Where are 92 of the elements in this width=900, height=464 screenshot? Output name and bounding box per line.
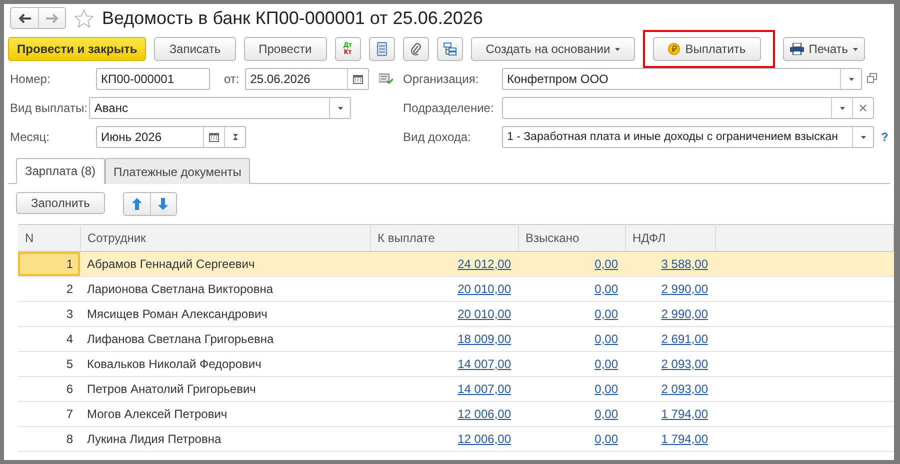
- help-link[interactable]: ?: [881, 130, 890, 144]
- pay-button[interactable]: Выплатить: [653, 37, 761, 61]
- calendar-icon: [209, 132, 219, 142]
- table-cell: Ларионова Светлана Викторовна: [80, 276, 370, 302]
- forward-arrow-icon: [46, 14, 58, 22]
- amount-link[interactable]: 1 794,00: [661, 407, 708, 421]
- column-header[interactable]: НДФЛ: [625, 224, 715, 252]
- window-title: Ведомость в банк КП00-000001 от 25.06.2026: [102, 8, 483, 28]
- table-cell: 4: [18, 326, 80, 352]
- back-arrow-icon: [18, 14, 30, 22]
- field-label: Месяц:: [10, 130, 51, 144]
- caret-icon: [860, 136, 866, 138]
- amount-link[interactable]: 2 093,00: [661, 382, 708, 396]
- table-cell: Могов Алексей Петрович: [80, 402, 370, 426]
- table-cell: Лукина Лидия Петровна: [80, 426, 370, 452]
- table-cell: 1: [18, 252, 80, 276]
- field-label: от:: [224, 72, 240, 86]
- post-and-close-button[interactable]: Провести и закрыть: [8, 37, 146, 61]
- amount-link[interactable]: 2 691,00: [661, 332, 708, 346]
- up-arrow-icon: [132, 198, 142, 210]
- table-cell: 2: [18, 276, 80, 302]
- coin-icon: [668, 43, 680, 55]
- field-label: Организация:: [403, 72, 480, 86]
- print-button[interactable]: Печать: [782, 37, 865, 61]
- amount-link[interactable]: 20 010,00: [458, 282, 511, 296]
- table-cell: Ковальков Николай Федорович: [80, 352, 370, 376]
- open-window-icon[interactable]: [867, 73, 877, 83]
- amount-link[interactable]: 2 990,00: [661, 307, 708, 321]
- income-type-field[interactable]: 1 - Заработная плата и иные доходы с ограничением взыскан: [502, 126, 874, 148]
- table-cell: Абрамов Геннадий Сергеевич: [80, 252, 370, 276]
- column-header[interactable]: К выплате: [370, 224, 518, 252]
- caret-icon: [840, 106, 844, 110]
- attach-button[interactable]: [402, 37, 429, 61]
- column-header[interactable]: Взыскано: [518, 224, 625, 252]
- calendar-icon: [353, 74, 364, 84]
- amount-link[interactable]: 1 794,00: [661, 432, 708, 446]
- field-label: Вид выплаты:: [10, 101, 88, 115]
- amount-link[interactable]: 12 006,00: [458, 407, 511, 421]
- table-cell: 5: [18, 352, 80, 376]
- down-arrow-icon: [158, 198, 168, 210]
- amount-link[interactable]: 0,00: [594, 282, 618, 296]
- amount-link[interactable]: 18 009,00: [458, 332, 511, 346]
- create-based-on-button[interactable]: Создать на основании: [470, 37, 636, 61]
- amount-link[interactable]: 20 010,00: [458, 307, 511, 321]
- caret-icon: [853, 48, 858, 50]
- amount-link[interactable]: 0,00: [594, 257, 618, 271]
- amount-link[interactable]: 0,00: [594, 357, 618, 371]
- toolbar-button[interactable]: Записать: [154, 37, 236, 61]
- amount-link[interactable]: 14 007,00: [458, 357, 511, 371]
- list-icon: [376, 42, 387, 56]
- table-cell: 7: [18, 402, 80, 426]
- date-field[interactable]: 25.06.2026: [245, 68, 370, 90]
- amount-link[interactable]: 0,00: [594, 332, 618, 346]
- structure-button[interactable]: [436, 37, 463, 61]
- organization-field[interactable]: Конфетпром ООО: [502, 68, 862, 90]
- tab[interactable]: Платежные документы: [104, 158, 250, 184]
- amount-link[interactable]: 0,00: [594, 382, 618, 396]
- table-cell: 3: [18, 302, 80, 326]
- field-label: Подразделение:: [403, 101, 495, 115]
- department-field[interactable]: [502, 97, 874, 119]
- amount-link[interactable]: 2 093,00: [661, 357, 708, 371]
- table-cell: Петров Анатолий Григорьевич: [80, 376, 370, 402]
- paperclip-icon: [410, 42, 421, 56]
- list-button[interactable]: [368, 37, 395, 61]
- table-cell: Мясищев Роман Александрович: [80, 302, 370, 326]
- printer-icon: [790, 43, 804, 55]
- star-icon[interactable]: [74, 8, 94, 28]
- payment-type-field[interactable]: Аванс: [89, 97, 352, 119]
- amount-link[interactable]: 14 007,00: [458, 382, 511, 396]
- hierarchy-icon: [442, 42, 457, 56]
- number-field[interactable]: КП00-000001: [96, 68, 210, 90]
- caret-icon: [848, 78, 854, 80]
- column-header[interactable]: N: [18, 224, 80, 252]
- amount-link[interactable]: 2 990,00: [661, 282, 708, 296]
- tab[interactable]: Зарплата (8): [16, 158, 105, 184]
- caret-icon: [338, 106, 343, 110]
- amount-link[interactable]: 0,00: [594, 407, 618, 421]
- field-label: Вид дохода:: [403, 130, 472, 144]
- amount-link[interactable]: 12 006,00: [458, 432, 511, 446]
- amount-link[interactable]: 0,00: [594, 432, 618, 446]
- document-check-icon: [379, 73, 394, 85]
- caret-icon: [615, 48, 620, 50]
- toolbar-button[interactable]: Провести: [244, 37, 327, 61]
- table-cell: Лифанова Светлана Григорьевна: [80, 326, 370, 352]
- month-field[interactable]: Июнь 2026: [96, 126, 246, 148]
- amount-link[interactable]: 0,00: [594, 307, 618, 321]
- column-header[interactable]: Сотрудник: [80, 224, 370, 252]
- clear-icon[interactable]: [859, 104, 867, 112]
- fill-button[interactable]: Заполнить: [16, 192, 105, 214]
- field-label: Номер:: [10, 72, 52, 86]
- table-cell: 6: [18, 376, 80, 402]
- table-cell: 8: [18, 426, 80, 452]
